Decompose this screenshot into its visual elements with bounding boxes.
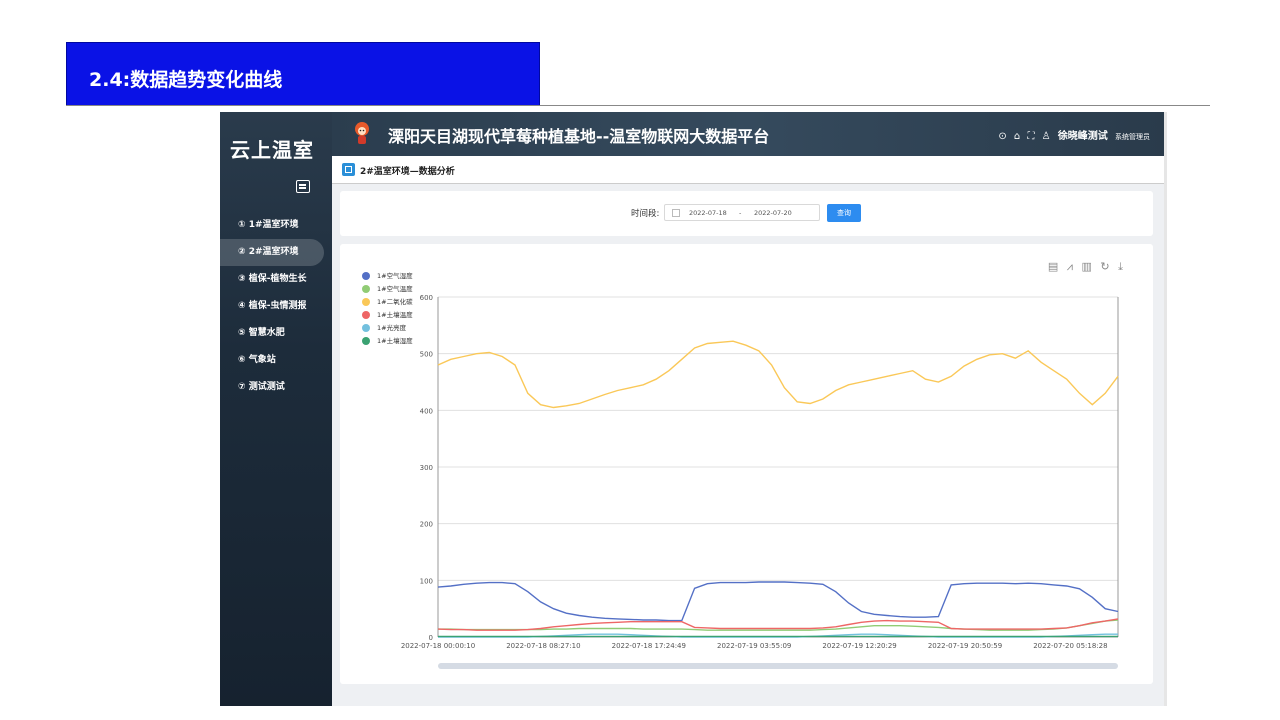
restore-icon[interactable]: ↻ — [1100, 260, 1109, 273]
legend-dot-icon — [362, 272, 370, 280]
menu-collapse-icon[interactable] — [296, 180, 310, 193]
sidebar: 云上温室 ① 1#温室环境 ② 2#温室环境 ③ 植保-植物生长 ④ 植保-虫情… — [220, 112, 332, 706]
user-name[interactable]: 徐晓峰测试 — [1058, 127, 1108, 142]
calendar-icon — [672, 209, 680, 217]
bar-chart-icon[interactable]: ▥ — [1082, 260, 1092, 273]
sidebar-item-weather-station[interactable]: ⑥ 气象站 — [220, 347, 332, 374]
slide-title: 2.4:数据趋势变化曲线 — [66, 42, 540, 106]
legend-item[interactable]: 1#二氧化碳 — [362, 296, 413, 309]
x-tick-label: 2022-07-20 05:18:28 — [1033, 642, 1107, 650]
legend-dot-icon — [362, 337, 370, 345]
fullscreen-icon[interactable]: ⛶ — [1027, 131, 1034, 142]
end-date-input[interactable]: 2022-07-20 — [754, 209, 792, 217]
x-tick-label: 2022-07-18 17:24:49 — [612, 642, 686, 650]
legend-label: 1#光亮度 — [377, 324, 407, 332]
series-line-4 — [437, 618, 1119, 631]
download-icon[interactable]: ⤓ — [1118, 260, 1123, 274]
date-separator: - — [739, 209, 742, 217]
line-chart-icon[interactable]: ⩘ — [1067, 260, 1073, 274]
legend-label: 1#土壤温度 — [377, 311, 413, 319]
legend-label: 1#二氧化碳 — [377, 298, 413, 306]
user-icon[interactable]: ♙ — [1042, 131, 1051, 142]
app-window: 云上温室 ① 1#温室环境 ② 2#温室环境 ③ 植保-植物生长 ④ 植保-虫情… — [220, 112, 1164, 706]
legend-dot-icon — [362, 324, 370, 332]
sidebar-item-pest-forecast[interactable]: ④ 植保-虫情测报 — [220, 293, 332, 320]
data-zoom-slider — [438, 663, 1118, 669]
sidebar-menu: ① 1#温室环境 ② 2#温室环境 ③ 植保-植物生长 ④ 植保-虫情测报 ⑤ … — [220, 212, 332, 401]
window-edge — [1164, 112, 1167, 706]
x-tick-label: 2022-07-18 00:00:10 — [401, 642, 475, 650]
query-button[interactable]: 查询 — [827, 204, 861, 222]
series-line-3 — [437, 340, 1119, 409]
y-tick-label: 0 — [429, 634, 433, 642]
filter-panel: 时间段: 2022-07-18 - 2022-07-20 查询 — [340, 191, 1153, 236]
legend-dot-icon — [362, 285, 370, 293]
page-title: 2#温室环境—数据分析 — [360, 167, 455, 177]
header-actions: ⊙ ⌂ ⛶ ♙ 徐晓峰测试 系统管理员 — [994, 127, 1150, 142]
mascot-logo-icon — [355, 122, 369, 144]
y-tick-label: 100 — [420, 577, 433, 585]
chart-panel: 0 100 200 300 400 500 600 2022-07-18 00:00:10 20… — [340, 244, 1153, 684]
back-icon[interactable]: ⊙ — [998, 131, 1006, 142]
sidebar-item-smart-fertigation[interactable]: ⑤ 智慧水肥 — [220, 320, 332, 347]
brand-logo-text: 云上温室 — [230, 138, 314, 162]
page-home-icon — [342, 163, 355, 176]
sidebar-item-plant-growth[interactable]: ③ 植保-植物生长 — [220, 266, 332, 293]
legend-dot-icon — [362, 298, 370, 306]
sidebar-item-test[interactable]: ⑦ 测试测试 — [220, 374, 332, 401]
start-date-input[interactable]: 2022-07-18 — [689, 209, 727, 217]
x-tick-label: 2022-07-18 08:27:10 — [506, 642, 580, 650]
legend-item[interactable]: 1#光亮度 — [362, 322, 413, 335]
top-header: 溧阳天目湖现代草莓种植基地--温室物联网大数据平台 ⊙ ⌂ ⛶ ♙ 徐晓峰测试 … — [332, 112, 1164, 156]
sidebar-item-greenhouse-2[interactable]: ② 2#温室环境 — [220, 239, 324, 266]
app-title: 溧阳天目湖现代草莓种植基地--温室物联网大数据平台 — [388, 127, 770, 146]
x-tick-label: 2022-07-19 12:20:29 — [822, 642, 896, 650]
y-tick-label: 300 — [420, 464, 433, 472]
legend-item[interactable]: 1#土壤温度 — [362, 309, 413, 322]
y-tick-label: 200 — [420, 521, 433, 529]
sidebar-item-greenhouse-1[interactable]: ① 1#温室环境 — [220, 212, 332, 239]
legend-label: 1#空气湿度 — [377, 272, 413, 280]
x-tick-label: 2022-07-19 03:55:09 — [717, 642, 791, 650]
chart-legend: 1#空气湿度 1#空气温度 1#二氧化碳 1#土壤温度 1#光亮度 1#土壤湿度 — [362, 270, 413, 348]
legend-item[interactable]: 1#空气湿度 — [362, 270, 413, 283]
trend-line-chart: 0 100 200 300 400 500 600 2022-07-18 00:00:10 20… — [401, 294, 1119, 669]
title-divider — [66, 105, 1210, 106]
x-tick-label: 2022-07-19 20:50:59 — [928, 642, 1002, 650]
data-view-icon[interactable]: ▤ — [1048, 260, 1058, 273]
time-range-label: 时间段: — [631, 209, 660, 219]
y-tick-label: 600 — [420, 294, 433, 302]
y-tick-label: 500 — [420, 351, 433, 359]
legend-item[interactable]: 1#土壤湿度 — [362, 335, 413, 348]
legend-label: 1#土壤湿度 — [377, 337, 413, 345]
user-role: 系统管理员 — [1115, 133, 1150, 141]
legend-label: 1#空气温度 — [377, 285, 413, 293]
legend-dot-icon — [362, 311, 370, 319]
page-header: 2#温室环境—数据分析 — [332, 156, 1164, 184]
y-tick-label: 400 — [420, 407, 433, 415]
chart-toolbox: ▤ ⩘ ▥ ↻ ⤓ — [1043, 260, 1123, 274]
legend-item[interactable]: 1#空气温度 — [362, 283, 413, 296]
series-line-1 — [437, 581, 1119, 622]
date-range-picker[interactable]: 2022-07-18 - 2022-07-20 — [664, 204, 820, 221]
home-icon[interactable]: ⌂ — [1014, 131, 1020, 142]
